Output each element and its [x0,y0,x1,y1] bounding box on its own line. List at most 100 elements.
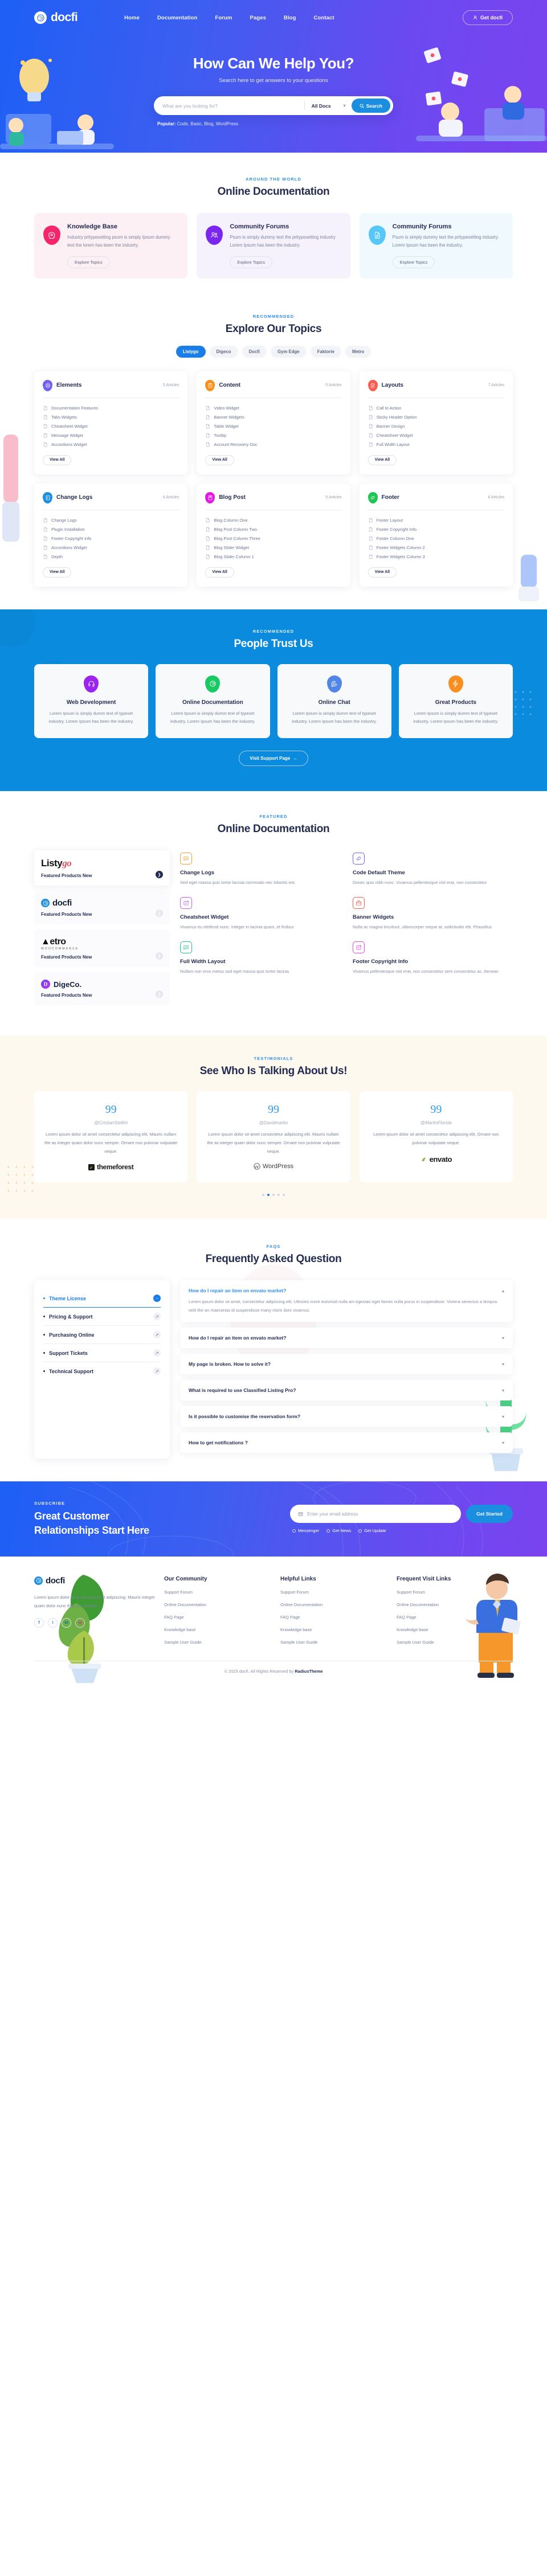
featured-item-digeco[interactable]: D DigeCo. Featured Products New ❯ [34,972,170,1006]
tab-docfi[interactable]: Docfi [242,345,267,358]
doc-card-community-forums-2[interactable]: Community Forums Psum is simply dummy te… [359,213,513,279]
radio-icon[interactable] [358,1529,362,1533]
footer-logo[interactable]: docfi [34,1576,164,1586]
radio-icon[interactable] [326,1529,330,1533]
trust-card-web-development[interactable]: Web Development Lorem Ipsum is simply du… [34,664,149,739]
footer-link[interactable]: Online Documentation [280,1602,397,1607]
linkedin-icon[interactable]: in [62,1617,71,1628]
nav-item-documentation[interactable]: Documentation [157,15,197,21]
footer-link[interactable]: FAQ Page [164,1615,280,1620]
get-docfi-button[interactable]: Get docfi [462,10,513,25]
twitter-icon[interactable]: t [48,1617,58,1628]
topic-card-layouts[interactable]: Layouts 7 Articles Call to Action Sticky… [359,371,513,474]
doc-card-knowledge-base[interactable]: Knowledge Base Industry pritypesetting p… [34,213,188,279]
carousel-dot[interactable] [272,1194,275,1197]
topic-article-link[interactable]: Full Width Layout [368,440,504,449]
faq-category-support-tickets[interactable]: Support Tickets ↗ [43,1344,161,1363]
topic-card-footer[interactable]: Footer 6 Articles Footer Layout Footer C… [359,483,513,587]
topic-article-link[interactable]: Footer Layout [368,516,504,525]
footer-link[interactable]: Sample User Guide [397,1640,513,1645]
topic-article-link[interactable]: Message Widget [43,431,179,440]
topic-card-blog-post[interactable]: Blog Post 5 Articles Blog Column One Blo… [197,483,350,587]
featured-item-metro[interactable]: ▲etro WOOCOMMERCE Featured Products New … [34,929,170,968]
faq-item-0[interactable]: How do I repair an item on envato market… [180,1280,513,1322]
get-started-button[interactable]: Get Started [466,1505,513,1524]
explore-topics-button[interactable]: Explore Topics [392,256,435,268]
explore-topics-button[interactable]: Explore Topics [67,256,110,268]
nav-item-blog[interactable]: Blog [284,15,296,21]
topic-article-link[interactable]: Documentation Features [43,404,179,413]
search-button[interactable]: Search [351,99,390,113]
featured-cell-footer-copyright-info[interactable]: Footer Copyright Info Vivamus pellentesq… [353,941,513,976]
faq-item-3[interactable]: What is required to use Classified Listi… [180,1380,513,1401]
topic-article-link[interactable]: Accordions Widget [43,543,179,552]
chevron-up-icon[interactable]: ▴ [502,1288,504,1293]
topic-article-link[interactable]: Table Widget [205,422,341,431]
popular-items[interactable]: Code, Basic, Blog, WordPress [177,121,238,126]
tab-metro[interactable]: Metro [345,345,372,358]
topic-article-link[interactable]: Blog Slider Column 1 [205,552,341,562]
topic-article-link[interactable]: Footer Widgets Column 3 [368,552,504,562]
featured-cell-cheatsheet-widget[interactable]: Cheatsheet Widget Vivamus eu eleifend nu… [180,897,340,931]
featured-cell-change-logs[interactable]: Change Logs Sed eget massa quis tortor l… [180,853,340,887]
view-all-button[interactable]: View All [205,567,234,578]
radio-icon[interactable] [292,1529,296,1533]
faq-category-pricing-support[interactable]: Pricing & Support ↗ [43,1308,161,1326]
topic-card-elements[interactable]: Elements 5 Articles Documentation Featur… [34,371,188,474]
featured-cell-code-default-theme[interactable]: Code Default Theme Donec quis nibh nunc.… [353,853,513,887]
footer-link[interactable]: Knowledge base [280,1627,397,1632]
trust-card-great-products[interactable]: Great Products Lorem Ipsum is simply dum… [398,664,513,739]
email-input[interactable] [307,1511,454,1517]
nav-item-pages[interactable]: Pages [250,15,266,21]
footer-link[interactable]: FAQ Page [397,1615,513,1620]
topic-article-link[interactable]: Footer Widgets Column 2 [368,543,504,552]
featured-cell-full-width-layout[interactable]: Full Width Layout Nullam non eros metus … [180,941,340,976]
explore-topics-button[interactable]: Explore Topics [230,256,272,268]
topic-article-link[interactable]: Footer Copyright Info [368,525,504,534]
view-all-button[interactable]: View All [368,567,397,578]
topic-article-link[interactable]: Cheatsheet Widget [43,422,179,431]
instagram-icon[interactable]: ◎ [75,1617,85,1628]
featured-item-listygo[interactable]: Listygo Featured Products New ❯ [34,850,170,886]
topic-article-link[interactable]: Blog Slider Widget [205,543,341,552]
tab-faktorie[interactable]: Faktorie [310,345,341,358]
chevron-down-icon[interactable]: ▾ [502,1440,504,1445]
tab-listygo[interactable]: Listygo [175,345,206,358]
search-scope-select[interactable]: All Docs ▾ [312,103,346,109]
faq-item-4[interactable]: Is it possible to customise the reservat… [180,1406,513,1427]
carousel-dot[interactable] [262,1194,264,1197]
option-messenger[interactable]: Messenger [292,1528,319,1533]
topic-card-change-logs[interactable]: Change Logs 6 Articles Change Logs Plugi… [34,483,188,587]
topic-article-link[interactable]: Footer Copyright Info [43,534,179,543]
footer-link[interactable]: Support Forum [164,1590,280,1595]
nav-item-forum[interactable]: Forum [215,15,232,21]
featured-item-docfi[interactable]: docfi Featured Products New ❯ [34,891,170,925]
topic-article-link[interactable]: Tabs Widgets [43,413,179,422]
view-all-button[interactable]: View All [368,454,397,465]
faq-category-technical-support[interactable]: Technical Support ↗ [43,1362,161,1380]
nav-item-contact[interactable]: Contact [314,15,334,21]
topic-article-link[interactable]: Account Recovery Doc [205,440,341,449]
search-input[interactable] [162,103,302,109]
topic-article-link[interactable]: Tooltip [205,431,341,440]
view-all-button[interactable]: View All [43,454,72,465]
faq-item-5[interactable]: How to get notifications ? ▾ [180,1432,513,1453]
topic-article-link[interactable]: Plugin Installation [43,525,179,534]
footer-link[interactable]: Online Documentation [164,1602,280,1607]
footer-link[interactable]: Sample User Guide [280,1640,397,1645]
topic-article-link[interactable]: Sticky Header Option [368,413,504,422]
doc-card-community-forums-1[interactable]: Community Forums Psum is simply dummy te… [197,213,350,279]
footer-link[interactable]: Support Forum [397,1590,513,1595]
topic-article-link[interactable]: Banner Widgets [205,413,341,422]
chevron-down-icon[interactable]: ▾ [502,1388,504,1393]
topic-article-link[interactable]: Accordions Widget [43,440,179,449]
topic-article-link[interactable]: Call to Action [368,404,504,413]
facebook-icon[interactable]: f [34,1617,44,1628]
trust-card-online-chat[interactable]: Online Chat Lorem Ipsum is simply dumm t… [277,664,391,739]
featured-cell-banner-widgets[interactable]: Banner Widgets Nulla ac magna tincidunt,… [353,897,513,931]
nav-item-home[interactable]: Home [124,15,140,21]
option-get-update[interactable]: Get Update [358,1528,386,1533]
topic-article-link[interactable]: Banner Design [368,422,504,431]
trust-card-online-documentation[interactable]: Online Documentation Lorem Ipsum is simp… [156,664,270,739]
view-all-button[interactable]: View All [43,567,72,578]
